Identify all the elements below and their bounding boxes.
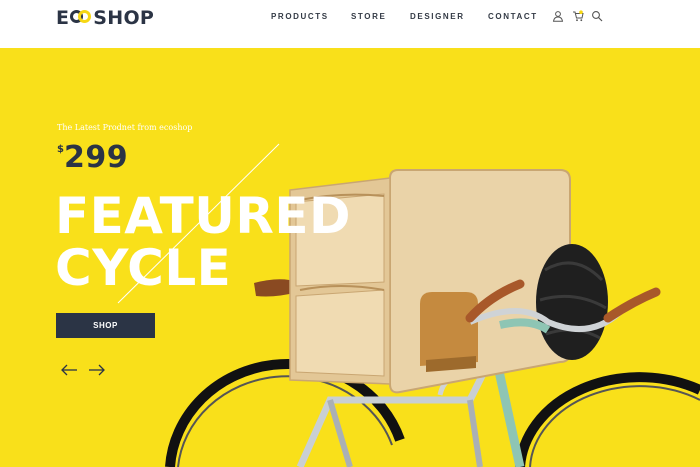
hero-headline: FEATURED CYCLE	[55, 190, 351, 294]
grip-right	[603, 287, 661, 323]
arrow-left-icon[interactable]	[59, 362, 79, 378]
headline-line-1: FEATURED	[55, 187, 351, 245]
hero-tagline: The Latest Prodnet from ecoshop	[57, 123, 193, 132]
price-currency: $	[57, 144, 64, 155]
price-amount: 299	[63, 140, 129, 175]
shop-button[interactable]: SHOP	[56, 313, 155, 338]
arrow-right-icon[interactable]	[87, 362, 107, 378]
hero-price: $299	[57, 142, 128, 174]
headline-line-2: CYCLE	[55, 239, 232, 297]
crate-drawer-bottom	[295, 289, 385, 377]
crate-opening	[420, 292, 478, 366]
